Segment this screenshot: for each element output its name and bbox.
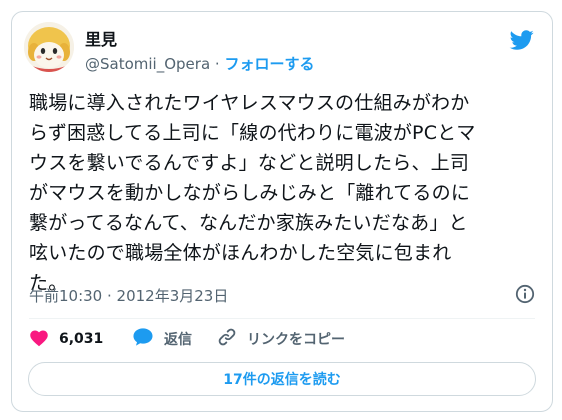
copy-link-label: リンクをコピー — [247, 332, 345, 348]
copy-link-button[interactable]: リンクをコピー — [217, 327, 345, 351]
heart-icon — [29, 328, 49, 351]
link-icon — [217, 327, 237, 351]
tweet-line: 呟いたので職場全体がほんわかした空気に包まれ — [29, 242, 452, 264]
like-count: 6,031 — [59, 331, 104, 347]
avatar-image — [24, 22, 74, 72]
info-icon[interactable] — [515, 284, 535, 308]
tweet-line: 職場に導入されたワイヤレスマウスの仕組みがわか — [29, 92, 470, 114]
author-handle[interactable]: @Satomii_Opera — [85, 55, 210, 73]
follow-button[interactable]: フォローする — [224, 55, 314, 73]
like-button[interactable]: 6,031 — [29, 327, 103, 351]
author-name[interactable]: 里見 — [85, 26, 117, 50]
meta-separator: · — [214, 55, 220, 73]
tweet-timestamp[interactable]: 午前10:30 · 2012年3月23日 — [29, 285, 228, 306]
tweet-line: 繋がってるなんて、なんだか家族みたいだなあ」と — [29, 212, 468, 234]
tweet-text: 職場に導入されたワイヤレスマウスの仕組みがわか らず困惑してる上司に「線の代わり… — [29, 88, 541, 298]
read-replies-button[interactable]: 17件の返信を読む — [28, 362, 536, 396]
tweet-line: ウスを繋いでるんですよ」などと説明したら、上司 — [29, 152, 470, 174]
reply-button[interactable]: 返信 — [132, 327, 192, 351]
twitter-bird-icon[interactable] — [508, 28, 536, 56]
reply-label: 返信 — [164, 332, 192, 348]
tweet-line: らず困惑してる上司に「線の代わりに電波がPCとマ — [29, 122, 476, 144]
speech-bubble-icon — [132, 327, 154, 351]
divider — [29, 318, 535, 319]
author-meta: @Satomii_Opera · フォローする — [85, 53, 315, 74]
tweet-line: がマウスを動かしながらしみじみと「離れてるのに — [29, 182, 471, 204]
tweet-card: 里見 @Satomii_Opera · フォローする 職場に導入されたワイヤレス… — [11, 11, 553, 412]
avatar[interactable] — [24, 22, 74, 72]
